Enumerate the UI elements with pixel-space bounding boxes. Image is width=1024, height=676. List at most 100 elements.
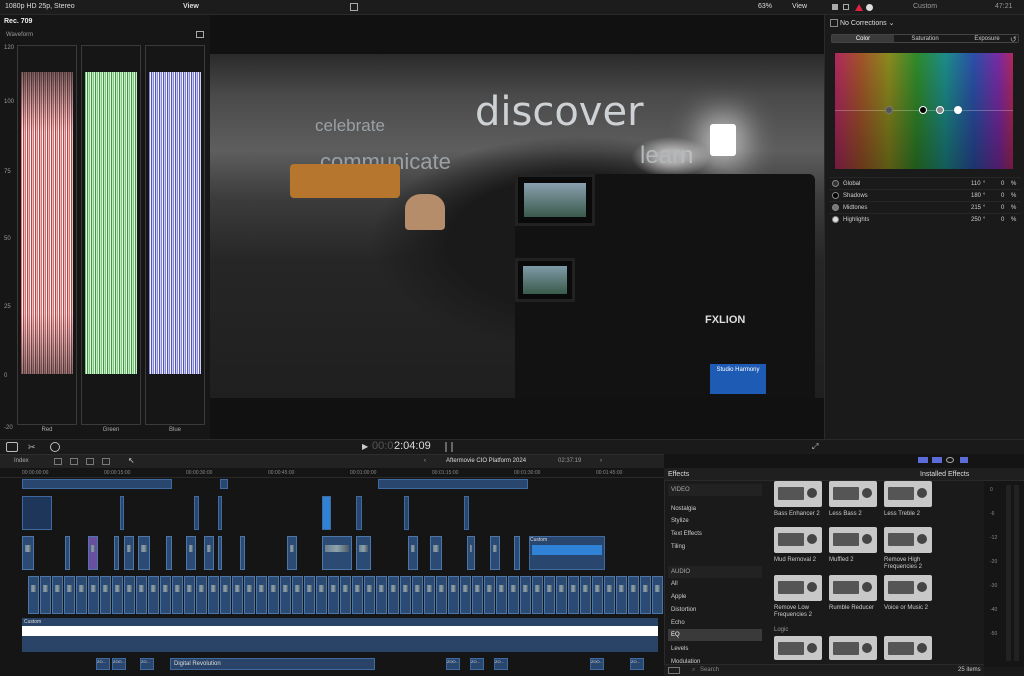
overlay-clip[interactable] [490, 536, 500, 570]
primary-storyline-clip[interactable] [88, 576, 99, 614]
primary-storyline-clip[interactable] [484, 576, 495, 614]
primary-storyline-clip[interactable] [160, 576, 171, 614]
primary-storyline-clip[interactable] [292, 576, 303, 614]
primary-storyline-clip[interactable] [616, 576, 627, 614]
viewer-view-menu[interactable]: View [792, 3, 807, 10]
connected-clip-bar[interactable] [220, 479, 228, 489]
play-button[interactable]: ▶ [362, 442, 368, 451]
overlay-clip[interactable] [322, 536, 352, 570]
audio-clip[interactable]: ZOO... [446, 658, 460, 670]
corrections-preset[interactable]: No Corrections ⌄ [840, 19, 895, 27]
primary-storyline-clip[interactable] [604, 576, 615, 614]
primary-storyline-clip[interactable] [316, 576, 327, 614]
effects-category-nostalgia[interactable]: Nostalgia [668, 503, 762, 515]
headphones-icon[interactable] [946, 457, 954, 463]
effect-tile-voice-or-music-2[interactable] [884, 575, 932, 601]
tab-saturation[interactable]: Saturation [894, 35, 956, 42]
audio-clip[interactable]: ZO... [630, 658, 644, 670]
music-track[interactable] [22, 636, 658, 652]
primary-storyline-clip[interactable] [472, 576, 483, 614]
primary-storyline-clip[interactable] [340, 576, 351, 614]
b-roll-clip[interactable] [356, 496, 362, 530]
select-tool-icon[interactable]: ↖ [128, 456, 135, 465]
connected-clip-bar[interactable] [22, 479, 172, 489]
digital-revolution-clip[interactable]: Digital Revolution [170, 658, 375, 670]
primary-storyline-clip[interactable] [508, 576, 519, 614]
primary-storyline-clip[interactable] [460, 576, 471, 614]
effect-tile-mud-removal-2[interactable] [774, 527, 822, 553]
overlay-clip[interactable] [88, 536, 98, 570]
overlay-clip[interactable] [287, 536, 297, 570]
video-frame[interactable]: discover celebrate communicate learn FXL… [210, 54, 824, 398]
overlay-clip[interactable] [430, 536, 442, 570]
effects-category-eq[interactable]: EQ [668, 629, 762, 641]
history-forward[interactable]: › [600, 458, 602, 464]
primary-storyline-clip[interactable] [256, 576, 267, 614]
fullscreen-icon[interactable]: ⤢ [812, 442, 818, 452]
viewer-icon[interactable] [350, 3, 358, 11]
primary-storyline-clip[interactable] [400, 576, 411, 614]
color-row-highlights[interactable]: Highlights 250 ° 0% [829, 213, 1021, 225]
primary-storyline-clip[interactable] [544, 576, 555, 614]
overlay-clip[interactable] [138, 536, 150, 570]
effect-tile-rumble-reducer[interactable] [829, 575, 877, 601]
info-icon[interactable] [866, 4, 873, 11]
b-roll-clip[interactable] [120, 496, 124, 530]
primary-storyline-clip[interactable] [196, 576, 207, 614]
overwrite-icon[interactable] [102, 458, 110, 465]
b-roll-clip[interactable] [218, 496, 222, 530]
overlay-clip[interactable] [204, 536, 214, 570]
insert-icon[interactable] [86, 458, 94, 465]
audio-skimming-icon[interactable] [932, 457, 942, 463]
clip-menu-icon[interactable] [6, 442, 18, 452]
overlay-clip[interactable] [240, 536, 245, 570]
primary-storyline-clip[interactable] [556, 576, 567, 614]
effects-filter[interactable]: Installed Effects [920, 471, 969, 478]
overlay-clip[interactable] [124, 536, 134, 570]
midtones-puck[interactable] [936, 106, 944, 114]
shadows-puck[interactable] [919, 106, 927, 114]
overlay-clip[interactable] [166, 536, 172, 570]
primary-storyline-clip[interactable] [424, 576, 435, 614]
primary-storyline-clip[interactable] [628, 576, 639, 614]
effect-tile-muffled-2[interactable] [829, 527, 877, 553]
timeline-ruler[interactable]: 00:00:00:00 00:00:15:00 00:00:30:00 00:00:4… [0, 468, 664, 478]
primary-storyline-clip[interactable] [352, 576, 363, 614]
primary-storyline-clip[interactable] [244, 576, 255, 614]
logic-effect-tile[interactable] [774, 636, 822, 660]
audio-clip[interactable]: ZO... [96, 658, 110, 670]
corrections-checkbox[interactable] [830, 19, 838, 27]
b-roll-clip[interactable] [22, 496, 52, 530]
primary-storyline-clip[interactable] [412, 576, 423, 614]
effects-category-modulation[interactable]: Modulation [668, 656, 762, 668]
sidebar-toggle-icon[interactable] [668, 667, 680, 674]
primary-storyline-clip[interactable] [592, 576, 603, 614]
primary-storyline-clip[interactable] [28, 576, 39, 614]
logic-effect-tile[interactable] [884, 636, 932, 660]
effects-category-stylize[interactable]: Stylize [668, 515, 762, 527]
primary-storyline-clip[interactable] [124, 576, 135, 614]
primary-storyline-clip[interactable] [364, 576, 375, 614]
b-roll-clip[interactable] [404, 496, 409, 530]
effect-tile-less-bass-2[interactable] [829, 481, 877, 507]
primary-storyline-clip[interactable] [652, 576, 663, 614]
primary-storyline-clip[interactable] [148, 576, 159, 614]
primary-storyline-clip[interactable] [388, 576, 399, 614]
effects-category-all[interactable]: All [668, 578, 762, 590]
retime-icon[interactable] [50, 442, 60, 452]
overlay-clip[interactable] [22, 536, 34, 570]
overlay-clip[interactable] [408, 536, 418, 570]
primary-storyline-clip[interactable] [568, 576, 579, 614]
audio-clip[interactable]: ZO... [494, 658, 508, 670]
enhance-icon[interactable]: ✂ [28, 442, 40, 452]
overlay-clip[interactable] [114, 536, 119, 570]
color-row-global[interactable]: Global 110 ° 0% [829, 177, 1021, 189]
color-row-shadows[interactable]: Shadows 180 ° 0% [829, 189, 1021, 201]
scope-settings-icon[interactable] [196, 31, 204, 38]
color-row-midtones[interactable]: Midtones 215 ° 0% [829, 201, 1021, 213]
color-row-angle[interactable]: 250 [971, 214, 981, 226]
timeline[interactable]: 00:00:00:00 00:00:15:00 00:00:30:00 00:00:4… [0, 468, 664, 676]
global-puck[interactable] [885, 106, 893, 114]
color-row-value[interactable]: 0 [1001, 214, 1004, 226]
primary-storyline-clip[interactable] [100, 576, 111, 614]
